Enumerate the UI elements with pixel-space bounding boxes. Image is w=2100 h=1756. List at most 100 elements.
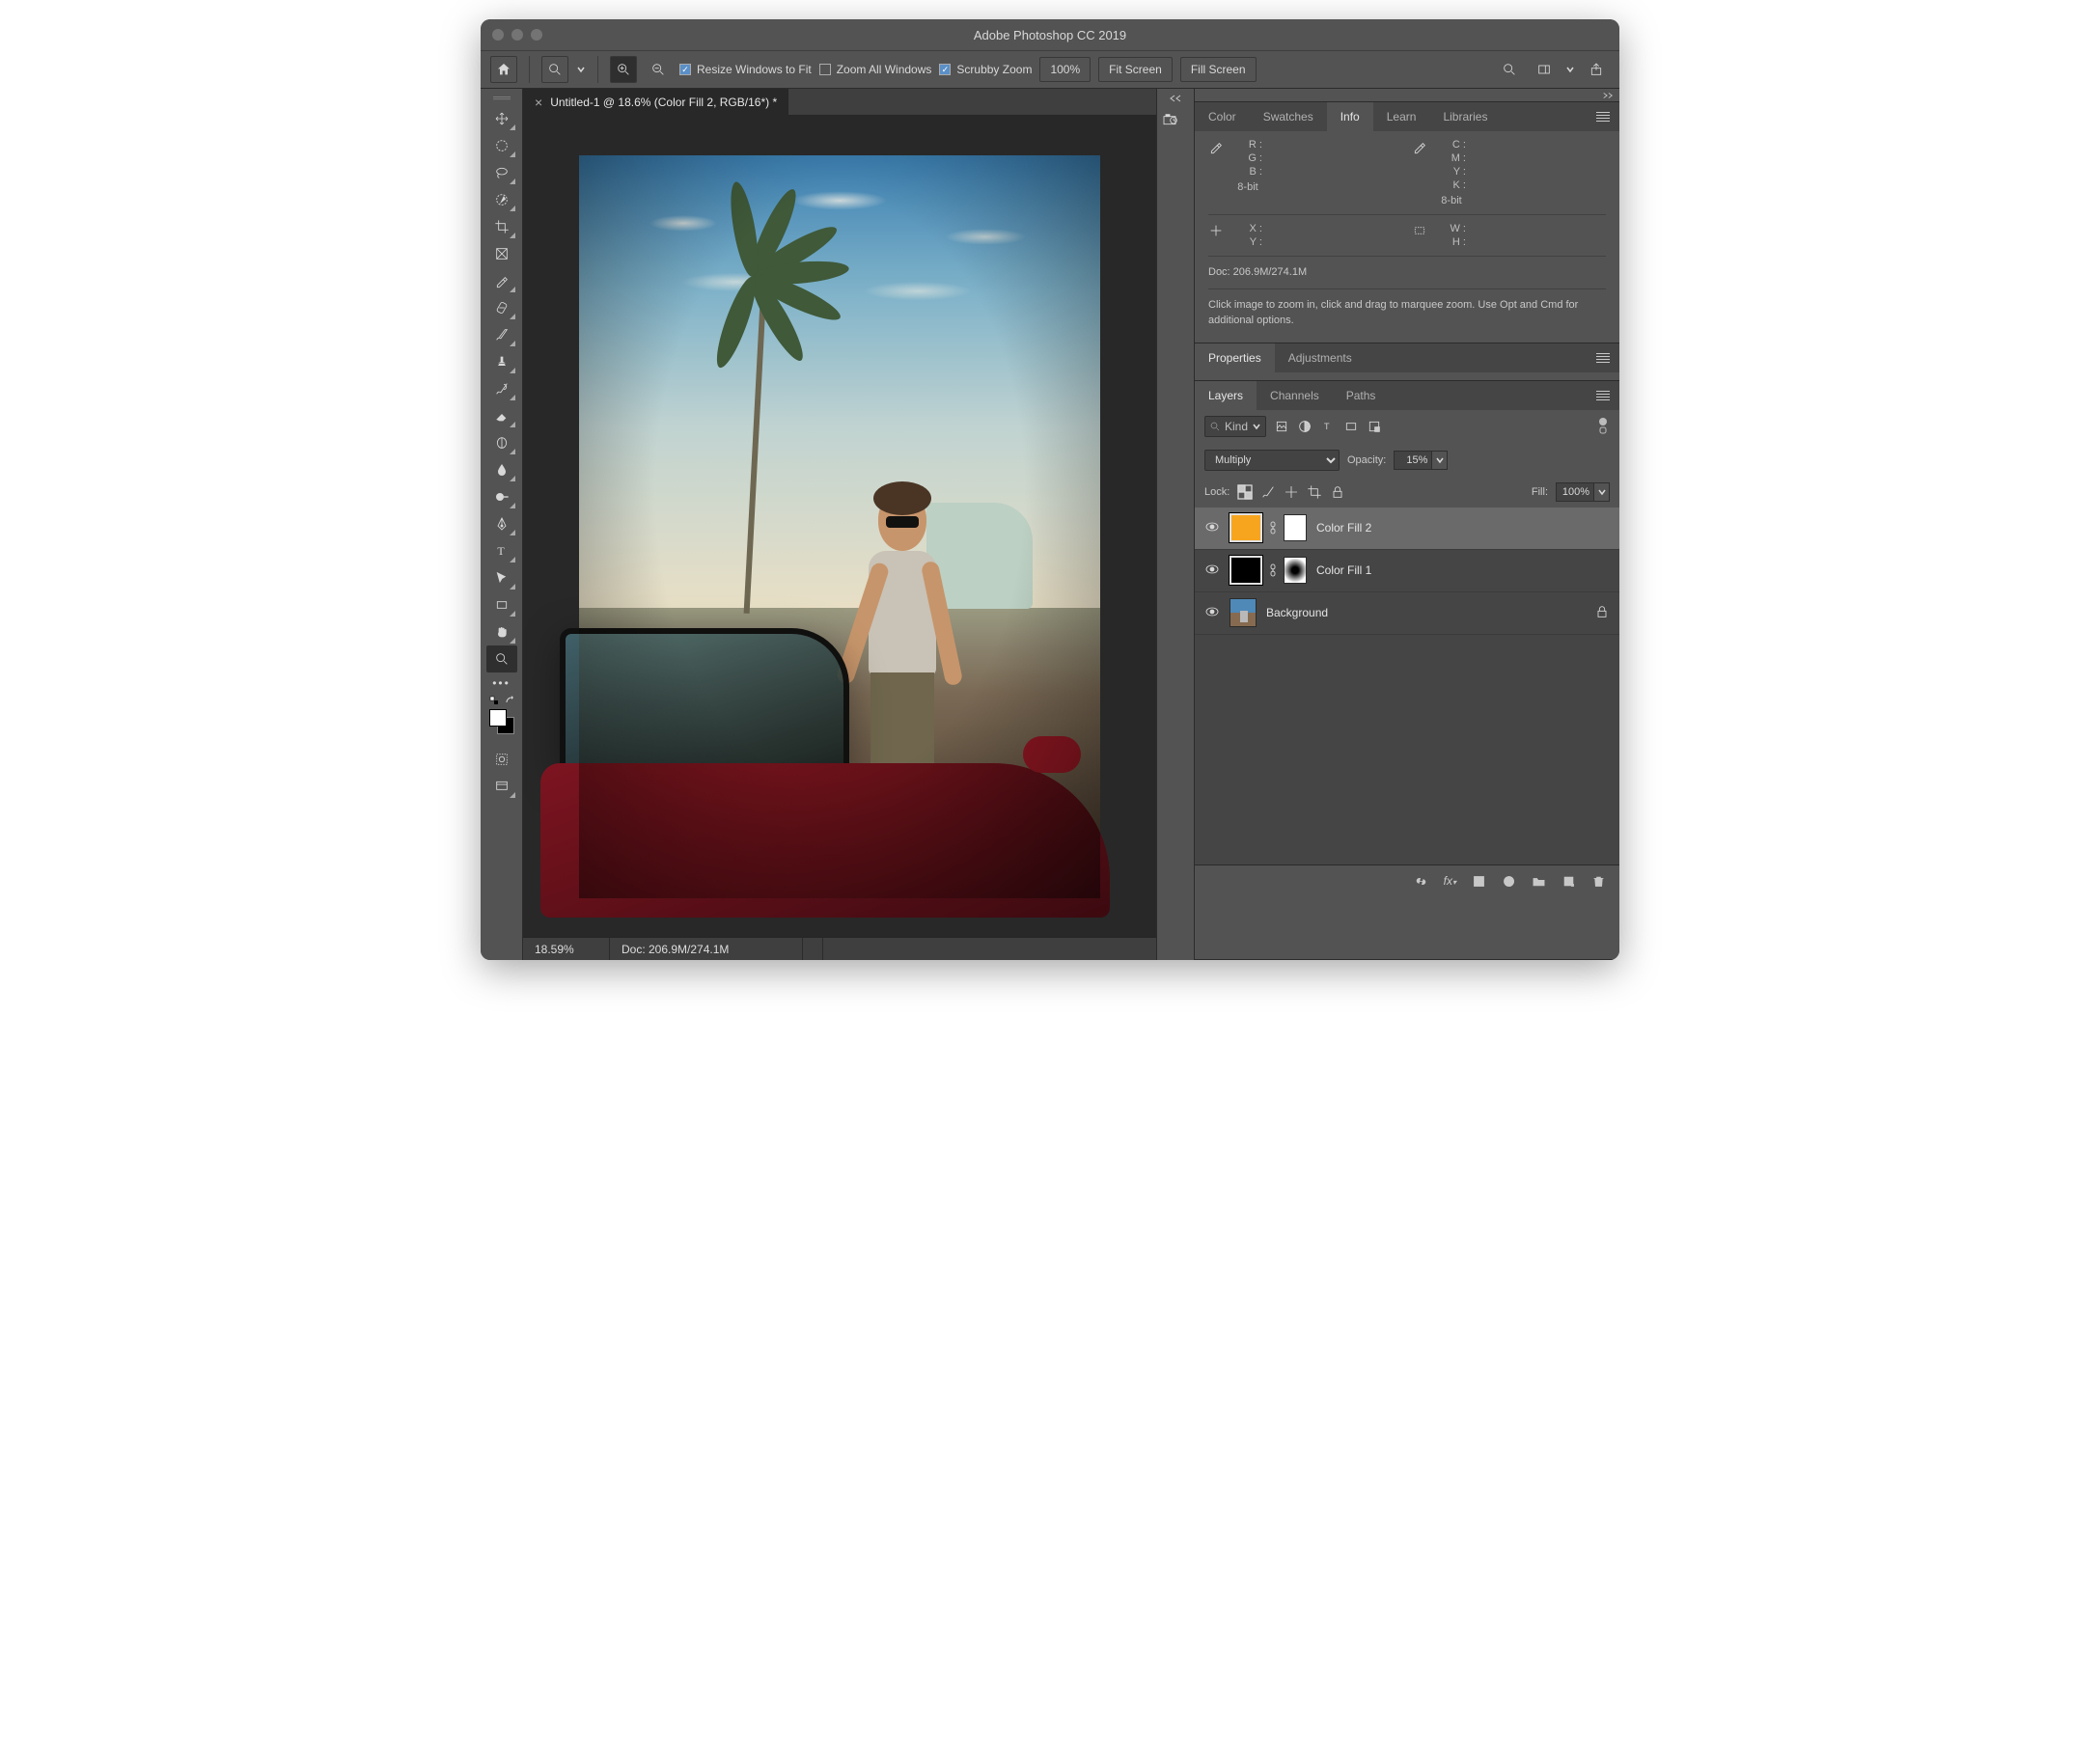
collapse-panels[interactable] — [1195, 89, 1619, 102]
link-icon[interactable] — [1268, 521, 1278, 535]
history-dock-icon[interactable] — [1162, 112, 1189, 137]
filter-shape-icon[interactable] — [1343, 419, 1359, 434]
layer-row[interactable]: Color Fill 2 — [1195, 508, 1619, 550]
screen-mode-button[interactable] — [486, 773, 517, 800]
tab-swatches[interactable]: Swatches — [1250, 102, 1327, 131]
lock-transparency-icon[interactable] — [1237, 484, 1253, 500]
eraser-tool[interactable] — [486, 402, 517, 429]
quick-selection-tool[interactable] — [486, 186, 517, 213]
add-mask-icon[interactable] — [1472, 874, 1486, 889]
layer-row[interactable]: Background — [1195, 592, 1619, 635]
tab-libraries[interactable]: Libraries — [1429, 102, 1501, 131]
visibility-toggle[interactable] — [1204, 519, 1220, 537]
close-tab-icon[interactable]: × — [535, 95, 542, 110]
layer-thumbnail[interactable] — [1230, 556, 1262, 585]
fit-screen-button[interactable]: Fit Screen — [1098, 57, 1173, 82]
tab-paths[interactable]: Paths — [1333, 381, 1390, 410]
delete-layer-icon[interactable] — [1591, 874, 1606, 889]
tool-preset-zoom[interactable] — [541, 56, 568, 83]
panel-menu-button[interactable] — [1587, 112, 1619, 122]
panel-menu-button[interactable] — [1587, 391, 1619, 400]
tab-properties[interactable]: Properties — [1195, 343, 1275, 372]
zoom-out-button[interactable] — [645, 56, 672, 83]
new-layer-icon[interactable] — [1561, 874, 1576, 889]
blend-mode-select[interactable]: Multiply — [1204, 450, 1340, 471]
fill-input[interactable] — [1556, 482, 1610, 502]
panel-drag-handle[interactable] — [484, 95, 519, 102]
layer-name[interactable]: Color Fill 1 — [1316, 563, 1371, 577]
filter-type-icon[interactable]: T — [1320, 419, 1336, 434]
tab-layers[interactable]: Layers — [1195, 381, 1257, 410]
clone-stamp-tool[interactable] — [486, 348, 517, 375]
home-button[interactable] — [490, 56, 517, 83]
workspace-chevron-icon[interactable] — [1565, 65, 1575, 74]
status-zoom[interactable]: 18.59% — [523, 938, 610, 960]
tool-preset-chevron-icon[interactable] — [576, 65, 586, 74]
zoom-in-button[interactable] — [610, 56, 637, 83]
mask-thumbnail[interactable] — [1284, 557, 1307, 584]
layer-filter-type[interactable]: Kind — [1204, 416, 1266, 437]
zoom-all-windows-checkbox[interactable]: Zoom All Windows — [819, 63, 932, 76]
history-brush-tool[interactable] — [486, 375, 517, 402]
filter-smartobject-icon[interactable] — [1367, 419, 1382, 434]
filter-adjustment-icon[interactable] — [1297, 419, 1312, 434]
new-group-icon[interactable] — [1532, 874, 1546, 889]
visibility-toggle[interactable] — [1204, 562, 1220, 580]
expand-dock-icon[interactable] — [1169, 95, 1182, 102]
healing-brush-tool[interactable] — [486, 294, 517, 321]
tab-learn[interactable]: Learn — [1373, 102, 1430, 131]
fill-screen-button[interactable]: Fill Screen — [1180, 57, 1257, 82]
mask-thumbnail[interactable] — [1284, 514, 1307, 541]
path-selection-tool[interactable] — [486, 564, 517, 591]
blur-tool[interactable] — [486, 456, 517, 483]
quick-mask-button[interactable] — [486, 746, 517, 773]
adjustment-layer-icon[interactable] — [1502, 874, 1516, 889]
canvas-area[interactable] — [523, 116, 1156, 937]
zoom-tool[interactable] — [486, 645, 517, 672]
lock-image-icon[interactable] — [1260, 484, 1276, 500]
lasso-tool[interactable] — [486, 159, 517, 186]
visibility-toggle[interactable] — [1204, 604, 1220, 622]
layer-name[interactable]: Background — [1266, 606, 1328, 619]
zoom-percent-button[interactable]: 100% — [1039, 57, 1091, 82]
marquee-tool[interactable] — [486, 132, 517, 159]
layer-thumbnail[interactable] — [1230, 513, 1262, 542]
tab-color[interactable]: Color — [1195, 102, 1250, 131]
share-button[interactable] — [1583, 56, 1610, 83]
tab-channels[interactable]: Channels — [1257, 381, 1333, 410]
status-docsize[interactable]: Doc: 206.9M/274.1M — [610, 938, 803, 960]
layer-row[interactable]: Color Fill 1 — [1195, 550, 1619, 592]
default-colors-icon[interactable] — [505, 696, 514, 705]
gradient-tool[interactable] — [486, 429, 517, 456]
document-tab[interactable]: × Untitled-1 @ 18.6% (Color Fill 2, RGB/… — [523, 89, 788, 116]
fx-icon[interactable]: fx▾ — [1444, 874, 1456, 888]
tab-adjustments[interactable]: Adjustments — [1275, 343, 1366, 372]
filter-pixel-icon[interactable] — [1274, 419, 1289, 434]
lock-artboard-icon[interactable] — [1307, 484, 1322, 500]
lock-all-icon[interactable] — [1330, 484, 1345, 500]
frame-tool[interactable] — [486, 240, 517, 267]
layer-name[interactable]: Color Fill 2 — [1316, 521, 1371, 535]
filter-toggle[interactable] — [1596, 416, 1610, 438]
pen-tool[interactable] — [486, 510, 517, 537]
panel-menu-button[interactable] — [1587, 353, 1619, 363]
canvas[interactable] — [579, 155, 1100, 898]
traffic-zoom[interactable] — [531, 29, 542, 41]
status-menu-chevron-icon[interactable] — [803, 938, 823, 960]
swap-colors-icon[interactable] — [489, 696, 499, 705]
dodge-tool[interactable] — [486, 483, 517, 510]
link-icon[interactable] — [1268, 563, 1278, 577]
type-tool[interactable]: T — [486, 537, 517, 564]
eyedropper-tool[interactable] — [486, 267, 517, 294]
layer-thumbnail[interactable] — [1230, 598, 1257, 627]
resize-windows-checkbox[interactable]: ✓ Resize Windows to Fit — [679, 63, 812, 76]
edit-toolbar-button[interactable]: ••• — [492, 672, 511, 696]
link-layers-icon[interactable] — [1414, 874, 1428, 889]
move-tool[interactable] — [486, 105, 517, 132]
crop-tool[interactable] — [486, 213, 517, 240]
traffic-close[interactable] — [492, 29, 504, 41]
search-button[interactable] — [1496, 56, 1523, 83]
traffic-minimize[interactable] — [511, 29, 523, 41]
lock-position-icon[interactable] — [1284, 484, 1299, 500]
tab-info[interactable]: Info — [1327, 102, 1373, 131]
